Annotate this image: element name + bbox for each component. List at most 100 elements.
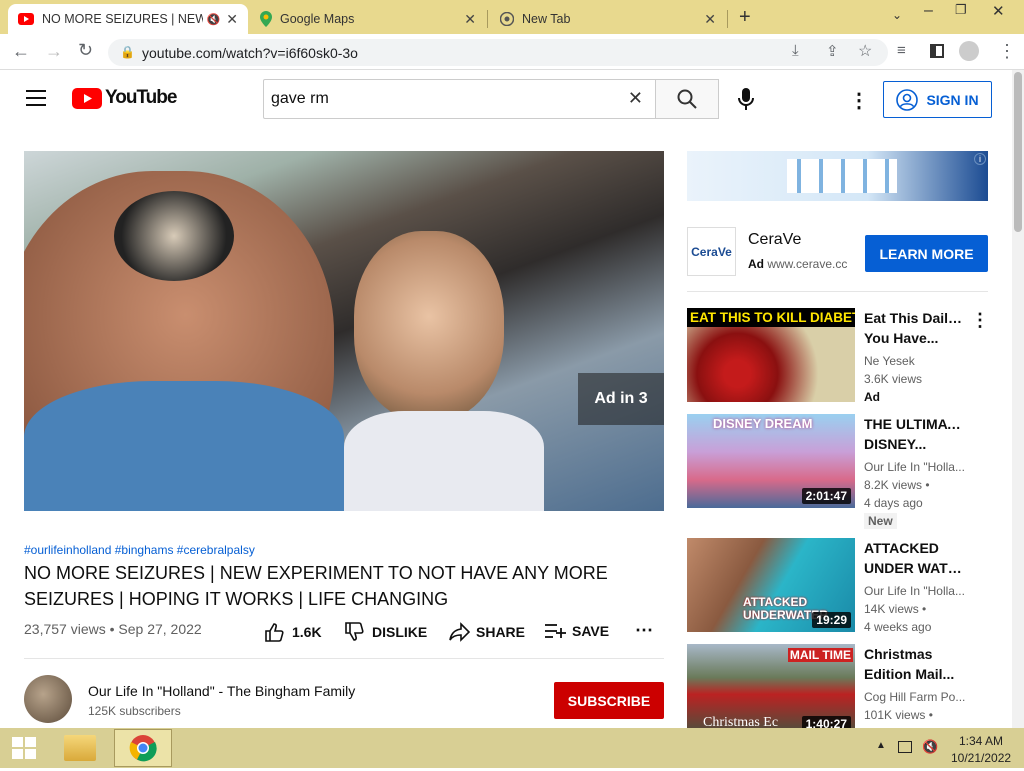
chrome-icon: [129, 735, 157, 762]
speaker-muted-icon[interactable]: 🔇: [207, 13, 221, 26]
cerave-logo[interactable]: CeraVe: [687, 227, 736, 276]
video-thumbnail[interactable]: ATTACKED UNDERWATER 19:29: [687, 538, 855, 632]
windows-start-icon[interactable]: [12, 737, 36, 759]
scrollbar-thumb[interactable]: [1014, 72, 1022, 232]
channel-name: Our Life In "Holla...: [864, 584, 965, 598]
youtube-logo-text: YouTube: [105, 87, 177, 108]
save-button[interactable]: SAVE: [544, 622, 609, 640]
video-thumbnail[interactable]: DISNEY DREAM 2:01:47: [687, 414, 855, 508]
video-title: ATTACKED: [864, 540, 939, 556]
save-label: SAVE: [572, 623, 610, 639]
clear-search-icon[interactable]: ✕: [628, 88, 643, 109]
share-button[interactable]: SHARE: [448, 622, 525, 642]
related-video-item[interactable]: EAT THIS TO KILL DIABETES Eat This Daily…: [687, 308, 989, 404]
thumbnail-text: ATTACKED UNDERWATER: [743, 595, 828, 622]
volume-muted-icon[interactable]: 🔇: [922, 739, 938, 755]
media-control-icon[interactable]: ≡: [897, 42, 906, 59]
forward-arrow-icon[interactable]: →: [45, 41, 63, 62]
video-thumbnail[interactable]: EAT THIS TO KILL DIABETES: [687, 308, 855, 402]
ad-info-icon[interactable]: i: [974, 153, 986, 165]
file-explorer-icon[interactable]: [64, 735, 96, 761]
video-frame-shirt: [24, 381, 344, 511]
address-bar[interactable]: 🔒 youtube.com/watch?v=i6f60sk0-3o: [108, 39, 888, 66]
minimize-button[interactable]: –: [924, 2, 933, 20]
restore-button[interactable]: ❐: [955, 2, 967, 18]
ad-domain: www.cerave.cc: [767, 257, 848, 271]
youtube-logo[interactable]: YouTube: [72, 87, 177, 109]
video-title: You Have...: [864, 330, 939, 346]
view-count: 8.2K views •: [864, 478, 930, 492]
tab-close-icon[interactable]: ✕: [226, 11, 238, 28]
search-button[interactable]: [655, 79, 719, 119]
video-title: Edition Mail...: [864, 666, 955, 682]
video-frame-sunglasses: [114, 191, 234, 281]
tab-google-maps[interactable]: Google Maps ✕: [250, 4, 486, 34]
clock-time[interactable]: 1:34 AM: [958, 734, 1004, 748]
tray-chevron-icon[interactable]: ▲: [876, 740, 886, 751]
tab-youtube[interactable]: NO MORE SEIZURES | NEW E 🔇 ✕: [8, 4, 248, 34]
search-icon: [677, 89, 697, 109]
upload-age: 4 days ago: [864, 496, 923, 510]
search-input[interactable]: gave rm ✕: [263, 79, 656, 119]
sign-in-button[interactable]: SIGN IN: [883, 81, 992, 118]
ad-brand-name[interactable]: CeraVe: [748, 231, 801, 249]
close-window-button[interactable]: ✕: [992, 2, 1005, 20]
install-icon[interactable]: ⤓: [792, 42, 799, 59]
new-tab-button[interactable]: +: [739, 6, 751, 29]
view-count: 101K views •: [864, 708, 933, 722]
video-thumbnail[interactable]: MAIL TIME Christmas Ec 1:40:27: [687, 644, 855, 728]
ad-badge: Ad: [864, 390, 880, 404]
dislike-label: DISLIKE: [372, 624, 428, 640]
settings-kebab-icon[interactable]: ⋮: [849, 88, 869, 113]
thumbs-down-icon: [345, 622, 364, 641]
related-video-item[interactable]: ATTACKED UNDERWATER 19:29 ATTACKED UNDER…: [687, 538, 987, 634]
share-page-icon[interactable]: ⇪: [826, 42, 839, 60]
video-title: UNDER WATE...: [864, 560, 964, 576]
learn-more-button[interactable]: LEARN MORE: [865, 235, 988, 272]
share-arrow-icon: [449, 622, 470, 642]
channel-avatar[interactable]: [24, 675, 72, 723]
share-label: SHARE: [476, 624, 526, 640]
back-arrow-icon[interactable]: ←: [12, 41, 30, 62]
related-video-item[interactable]: DISNEY DREAM 2:01:47 THE ULTIMATE DISNEY…: [687, 414, 987, 529]
profile-icon[interactable]: [959, 41, 979, 61]
account-icon: [896, 88, 919, 111]
thumbnail-text: MAIL TIME: [787, 648, 853, 662]
network-icon[interactable]: [898, 741, 912, 753]
channel-name[interactable]: Our Life In "Holland" - The Bingham Fami…: [88, 683, 355, 699]
side-panel-icon[interactable]: [930, 44, 944, 58]
video-player[interactable]: Ad in 3: [24, 151, 664, 511]
tab-search-chevron-icon[interactable]: ⌄: [892, 8, 902, 22]
voice-search-button[interactable]: [737, 87, 755, 116]
bookmark-star-icon[interactable]: ☆: [858, 41, 872, 61]
channel-name: Cog Hill Farm Po...: [864, 690, 966, 704]
search-value: gave rm: [271, 90, 329, 107]
chrome-menu-icon[interactable]: ⋮: [998, 41, 1016, 62]
video-title: Christmas: [864, 646, 933, 662]
hamburger-menu-icon[interactable]: [26, 90, 46, 106]
dislike-button[interactable]: DISLIKE: [344, 622, 427, 642]
clock-date[interactable]: 10/21/2022: [951, 751, 1011, 765]
subscribe-button[interactable]: SUBSCRIBE: [554, 682, 664, 719]
tab-close-icon[interactable]: ✕: [464, 11, 476, 28]
video-title: DISNEY...: [864, 436, 927, 452]
taskbar-chrome-button[interactable]: [114, 729, 172, 767]
divider: [24, 658, 664, 659]
video-title: THE ULTIMATE: [864, 416, 964, 432]
like-button[interactable]: 1.6K: [264, 622, 322, 642]
reload-icon[interactable]: ↻: [78, 40, 93, 61]
new-badge: New: [864, 513, 897, 529]
thumbnail-text: DISNEY DREAM: [713, 416, 813, 431]
tab-title: Google Maps: [280, 12, 355, 26]
view-count: 14K views •: [864, 602, 927, 616]
tab-close-icon[interactable]: ✕: [704, 11, 716, 28]
hashtags[interactable]: #ourlifeinholland #binghams #cerebralpal…: [24, 543, 255, 557]
more-actions-icon[interactable]: ⋯: [635, 620, 653, 641]
channel-name: Ne Yesek: [864, 354, 915, 368]
url-text: youtube.com/watch?v=i6f60sk0-3o: [142, 44, 358, 61]
video-menu-icon[interactable]: ⋮: [971, 310, 989, 331]
tab-title: NO MORE SEIZURES | NEW E: [42, 12, 203, 26]
ad-banner-image[interactable]: i: [687, 151, 988, 201]
related-video-item[interactable]: MAIL TIME Christmas Ec 1:40:27 Christmas…: [687, 644, 987, 728]
tab-new-tab[interactable]: New Tab ✕: [490, 4, 726, 34]
